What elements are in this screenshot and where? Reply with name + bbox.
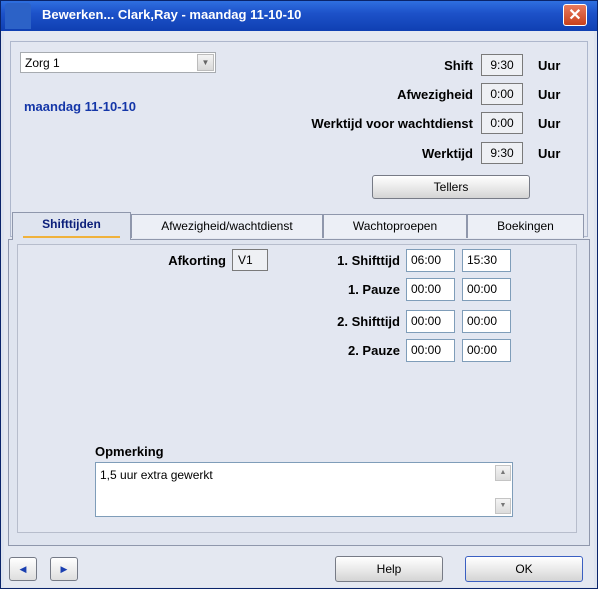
tellers-button[interactable]: Tellers xyxy=(372,175,530,199)
arrow-right-icon: ▶ xyxy=(60,564,68,574)
window-title: Bewerken... Clark,Ray - maandag 11-10-10 xyxy=(42,7,302,22)
pauze-2-from-input[interactable]: 00:00 xyxy=(406,339,455,362)
shifttijd-1-to-input[interactable]: 15:30 xyxy=(462,249,511,272)
pauze-2-label: 2. Pauze xyxy=(347,343,400,358)
opmerking-text: 1,5 uur extra gewerkt xyxy=(100,468,213,482)
summary-panel: Zorg 1 ▼ maandag 11-10-10 Shift 9:30 Uur… xyxy=(10,41,588,237)
werktijd-label: Werktijd xyxy=(421,146,473,161)
scroll-down-icon[interactable]: ▼ xyxy=(495,498,511,514)
edit-dialog: Bewerken... Clark,Ray - maandag 11-10-10… xyxy=(0,0,598,589)
shift-unit: Uur xyxy=(538,58,561,73)
tab-afwezigheid-wachtdienst[interactable]: Afwezigheid/wachtdienst xyxy=(131,214,323,238)
shifttijd-2-from-input[interactable]: 00:00 xyxy=(406,310,455,333)
arrow-left-icon: ◀ xyxy=(19,564,27,574)
ok-button[interactable]: OK xyxy=(465,556,583,582)
afkorting-value: V1 xyxy=(232,249,268,271)
shifttijd-1-from-input[interactable]: 06:00 xyxy=(406,249,455,272)
zorg-select[interactable]: Zorg 1 ▼ xyxy=(20,52,216,73)
active-tab-indicator xyxy=(23,236,120,238)
pauze-1-from-input[interactable]: 00:00 xyxy=(406,278,455,301)
pauze-1-to-input[interactable]: 00:00 xyxy=(462,278,511,301)
shifttijd-2-to-input[interactable]: 00:00 xyxy=(462,310,511,333)
werktijd-unit: Uur xyxy=(538,146,561,161)
title-bar[interactable]: Bewerken... Clark,Ray - maandag 11-10-10… xyxy=(1,1,597,31)
shifttijd-1-label: 1. Shifttijd xyxy=(337,253,400,268)
werktijd-wachtdienst-value: 0:00 xyxy=(481,112,523,134)
date-label: maandag 11-10-10 xyxy=(24,99,137,114)
opmerking-textarea[interactable]: 1,5 uur extra gewerkt ▲ ▼ xyxy=(95,462,513,517)
werktijd-value: 9:30 xyxy=(481,142,523,164)
pauze-1-label: 1. Pauze xyxy=(347,282,400,297)
tab-shifttijden[interactable]: Shifttijden xyxy=(12,212,131,240)
afwezigheid-unit: Uur xyxy=(538,87,561,102)
tab-shifttijden-label: Shifttijden xyxy=(42,217,101,231)
zorg-select-value: Zorg 1 xyxy=(25,56,60,70)
afwezigheid-value: 0:00 xyxy=(481,83,523,105)
shifttijden-page: Afkorting V1 1. Shifttijd 06:00 15:30 1.… xyxy=(8,239,590,546)
shift-label: Shift xyxy=(444,58,473,73)
shifttijden-content: Afkorting V1 1. Shifttijd 06:00 15:30 1.… xyxy=(17,244,577,533)
shift-value: 9:30 xyxy=(481,54,523,76)
previous-button[interactable]: ◀ xyxy=(9,557,37,581)
chevron-down-icon[interactable]: ▼ xyxy=(197,54,214,71)
window-icon xyxy=(5,3,31,29)
tab-strip: Shifttijden Afwezigheid/wachtdienst Wach… xyxy=(8,212,590,240)
scroll-up-icon[interactable]: ▲ xyxy=(495,465,511,481)
shifttijd-2-label: 2. Shifttijd xyxy=(337,314,400,329)
close-button[interactable]: ✕ xyxy=(563,4,587,26)
afkorting-label: Afkorting xyxy=(168,253,226,268)
tab-boekingen[interactable]: Boekingen xyxy=(467,214,584,238)
pauze-2-to-input[interactable]: 00:00 xyxy=(462,339,511,362)
afwezigheid-label: Afwezigheid xyxy=(397,87,473,102)
werktijd-wachtdienst-unit: Uur xyxy=(538,116,561,131)
werktijd-wachtdienst-label: Werktijd voor wachtdienst xyxy=(311,116,473,131)
dialog-body: Zorg 1 ▼ maandag 11-10-10 Shift 9:30 Uur… xyxy=(4,31,594,587)
next-button[interactable]: ▶ xyxy=(50,557,78,581)
opmerking-label: Opmerking xyxy=(95,444,164,459)
help-button[interactable]: Help xyxy=(335,556,443,582)
tab-wachtoproepen[interactable]: Wachtoproepen xyxy=(323,214,467,238)
